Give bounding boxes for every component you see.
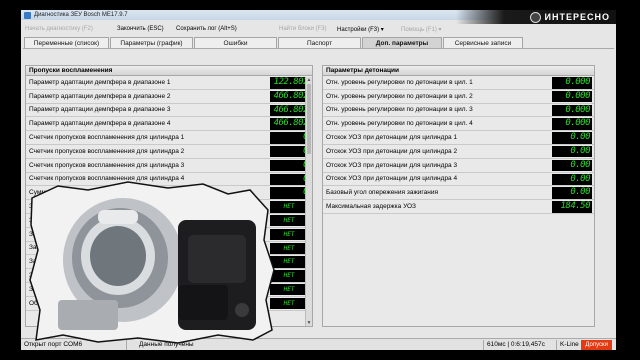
misfire-value: 466.802: [270, 104, 310, 117]
knock-row: Отн. уровень регулировки по детонации в …: [323, 117, 594, 132]
misfire-row: Параметр адаптации демпфера в диапазоне …: [26, 117, 312, 132]
knock-panel: Параметры детонации Отн. уровень регулир…: [322, 65, 595, 327]
misfire-label: Параметр адаптации демпфера в диапазоне …: [29, 106, 171, 114]
knock-row: Отскок УОЗ при детонации для цилиндра 3 0…: [323, 159, 594, 173]
knock-value: 0.00: [552, 132, 592, 144]
knock-row: Отскок УОЗ при детонации для цилиндра 2 0…: [323, 145, 594, 159]
save-log-button[interactable]: Сохранить лог (Alt+S): [176, 26, 237, 32]
knock-label: Отн. уровень регулировки по детонации в …: [326, 106, 473, 114]
knock-row: Отн. уровень регулировки по детонации в …: [323, 76, 594, 90]
knock-row: Отн. уровень регулировки по детонации в …: [323, 104, 594, 118]
knock-row: Отскок УОЗ при детонации для цилиндра 1 0…: [323, 131, 594, 145]
knock-row: Максимальная задержка УОЗ 184.50: [323, 200, 594, 214]
knock-label: Отскок УОЗ при детонации для цилиндра 1: [326, 134, 458, 142]
knock-panel-title: Параметры детонации: [323, 66, 594, 76]
knock-label: Отскок УОЗ при детонации для цилиндра 3: [326, 161, 458, 169]
misfire-label: Счетчик пропусков воспламенения для цили…: [29, 147, 185, 155]
knock-value: 0.00: [552, 159, 592, 172]
tab-extra-parameters[interactable]: Доп. параметры: [362, 37, 442, 48]
window-title: Диагностика ЗЕУ Bosch ME17.9.7: [34, 12, 128, 18]
knock-label: Отн. уровень регулировки по детонации в …: [326, 92, 473, 100]
tab-errors[interactable]: Ошибки: [194, 37, 277, 48]
find-units-button[interactable]: Найти блоки (F3): [279, 26, 327, 32]
logo-text: ИНТЕРЕСНО: [544, 12, 610, 22]
line-status: K-Line: [560, 341, 579, 348]
finish-button[interactable]: Закончить (ESC): [117, 26, 164, 32]
knock-value: 0.00: [552, 173, 592, 186]
knock-value: 0.000: [552, 90, 592, 103]
tolerances-badge[interactable]: Допуски: [581, 340, 612, 350]
logo-icon: [529, 11, 541, 23]
misfire-row: Счетчик пропусков воспламенения для цили…: [26, 159, 312, 173]
misfire-panel-title: Пропуски воспламенения: [26, 66, 312, 76]
knock-row: Отн. уровень регулировки по детонации в …: [323, 90, 594, 104]
knock-rows: Отн. уровень регулировки по детонации в …: [323, 76, 594, 214]
watermark-logo: ИНТЕРЕСНО: [456, 10, 616, 24]
app-icon: [24, 11, 31, 19]
knock-value: 0.000: [552, 118, 592, 130]
start-diagnostics-button[interactable]: Начать диагностику (F2): [25, 26, 93, 32]
misfire-value: 0: [270, 145, 310, 158]
knock-value: 0.000: [552, 77, 592, 89]
status-divider: [483, 340, 484, 350]
misfire-value: 466.802: [270, 118, 310, 130]
knock-label: Максимальная задержка УОЗ: [326, 203, 416, 211]
knock-label: Базовый угол опережения зажигания: [326, 189, 439, 197]
tab-passport[interactable]: Паспорт: [278, 37, 361, 48]
settings-menu[interactable]: Настройки (F3) ▾: [337, 26, 384, 33]
misfire-label: Параметр адаптации демпфера в диапазоне …: [29, 92, 171, 100]
tab-parameters-graph[interactable]: Параметры (график): [110, 37, 193, 48]
knock-label: Отскок УОЗ при детонации для цилиндра 2: [326, 147, 458, 155]
misfire-value: 466.802: [270, 90, 310, 103]
scroll-down-icon[interactable]: ▼: [306, 320, 312, 326]
help-menu[interactable]: Помощь (F1) ▾: [401, 26, 442, 33]
knock-value: 0.00: [552, 145, 592, 158]
misfire-value: 122.802: [270, 77, 310, 89]
tab-strip: Переменные (список) Параметры (график) О…: [21, 37, 616, 48]
knock-value: 0.000: [552, 104, 592, 117]
knock-value: 184.50: [552, 201, 592, 213]
misfire-row: Параметр адаптации демпфера в диапазоне …: [26, 90, 312, 104]
misfire-row: Счетчик пропусков воспламенения для цили…: [26, 145, 312, 159]
misfire-label: Параметр адаптации демпфера в диапазоне …: [29, 78, 171, 86]
tab-service-records[interactable]: Сервисные записи: [443, 37, 523, 48]
misfire-row: Счетчик пропусков воспламенения для цили…: [26, 131, 312, 145]
toolbar: Начать диагностику (F2) Закончить (ESC) …: [21, 23, 616, 36]
scroll-up-icon[interactable]: ▲: [306, 77, 312, 83]
misfire-label: Счетчик пропусков воспламенения для цили…: [29, 161, 185, 169]
scroll-thumb[interactable]: [307, 84, 311, 154]
knock-label: Отн. уровень регулировки по детонации в …: [326, 120, 473, 128]
misfire-label: Счетчик пропусков воспламенения для цили…: [29, 134, 185, 142]
tab-variables-list[interactable]: Переменные (список): [24, 37, 109, 48]
misfire-value: 0: [270, 132, 310, 144]
knock-row: Базовый угол опережения зажигания 0.00: [323, 186, 594, 201]
misfire-row: Параметр адаптации демпфера в диапазоне …: [26, 104, 312, 118]
throttle-body-photo: [29, 181, 275, 344]
knock-value: 0.00: [552, 187, 592, 199]
misfire-scrollbar[interactable]: ▲ ▼: [305, 77, 312, 326]
misfire-row: Параметр адаптации демпфера в диапазоне …: [26, 76, 312, 90]
knock-row: Отскок УОЗ при детонации для цилиндра 4 0…: [323, 173, 594, 187]
timing-status: 610мс | 0:6:19,457с: [487, 341, 545, 348]
status-divider: [556, 340, 557, 350]
misfire-value: 0: [270, 159, 310, 172]
misfire-label: Параметр адаптации демпфера в диапазоне …: [29, 120, 171, 128]
knock-label: Отскок УОЗ при детонации для цилиндра 4: [326, 175, 458, 183]
knock-label: Отн. уровень регулировки по детонации в …: [326, 78, 473, 86]
